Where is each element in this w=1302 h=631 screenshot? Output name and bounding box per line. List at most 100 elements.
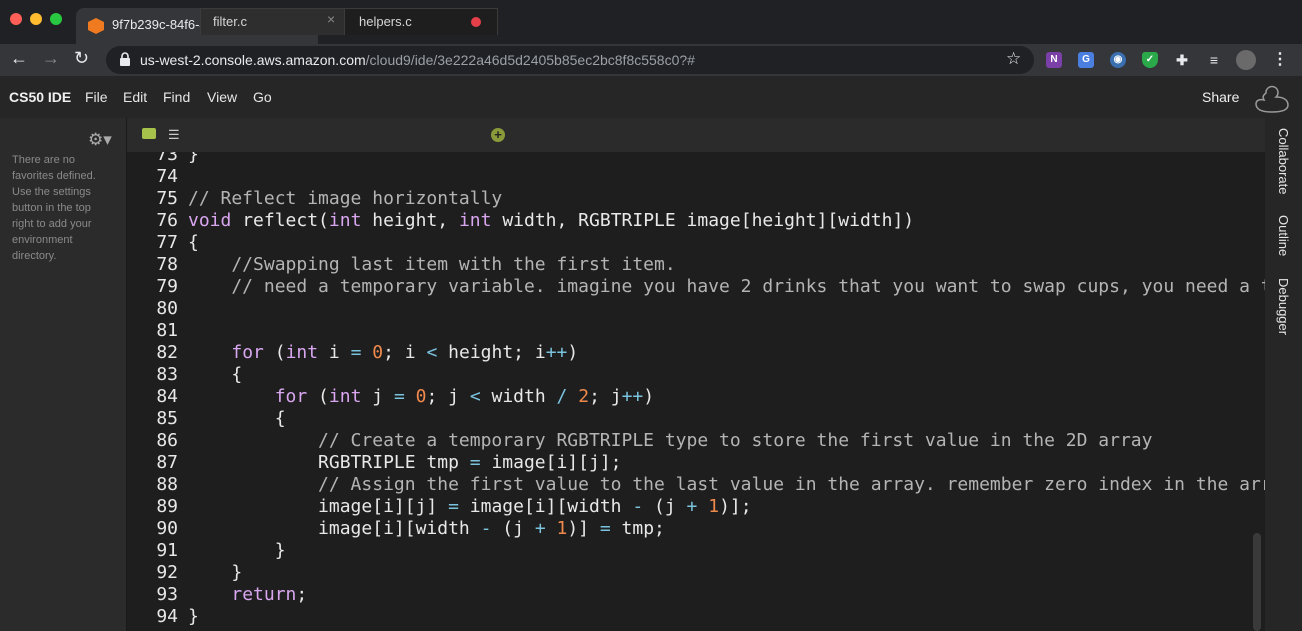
line-number: 80 [156,298,178,319]
browser-menu-icon[interactable]: ⋮ [1272,52,1288,68]
editor-tab-bar [127,118,1265,152]
code-token: width, RGBTRIPLE image[height][width]) [491,210,915,231]
line-number: 84 [156,386,178,407]
tab-label: helpers.c [359,14,412,29]
menu-go[interactable]: Go [253,89,272,105]
code-line: 87 RGBTRIPLE tmp = image[i][j]; [127,452,1265,474]
code-token: width [480,386,557,407]
code-token: ++ [545,342,568,363]
share-button[interactable]: Share [1202,89,1239,105]
line-number: 86 [156,430,178,451]
gear-icon[interactable]: ⚙▾ [88,130,112,150]
code-token: ; i [383,342,427,363]
outline-tab[interactable]: Outline [1276,215,1291,256]
browser-tab-strip: 9f7b239c-84f6-41e5-ba12-c9 × + [0,0,1302,44]
code-line: 78 //Swapping last item with the first i… [127,254,1265,276]
tab-label: filter.c [213,14,247,29]
debugger-tab[interactable]: Debugger [1276,278,1291,335]
close-icon[interactable]: × [327,11,335,27]
bookmark-star-icon[interactable]: ☆ [1006,49,1021,69]
code-token: { [188,408,286,429]
url-path: /cloud9/ide/3e222a46d5d2405b85ec2bc8f8c5… [365,52,695,68]
minimize-window-button[interactable] [30,13,42,25]
code-line: 80 [127,298,1265,320]
code-token: // Assign the first value to the last va… [188,474,1265,495]
code-line: 86 // Create a temporary RGBTRIPLE type … [127,430,1265,452]
code-token: ) [643,386,655,407]
code-lines: 73} 74 75// Reflect image horizontally 76 v… [127,152,1265,628]
code-line: 77 { [127,232,1265,254]
rubber-duck-icon[interactable] [1254,83,1290,113]
code-token: int [328,386,362,407]
code-token: j [361,386,394,407]
editor-scrollbar[interactable] [1253,533,1261,631]
menu-find[interactable]: Find [163,89,190,105]
favorites-empty-message: There are no favorites defined. Use the … [12,154,96,262]
owl-extension-icon[interactable]: ◉ [1110,52,1126,68]
menu-view[interactable]: View [207,89,237,105]
ide-title: CS50 IDE [9,89,72,105]
line-number: 91 [156,540,178,561]
code-token: - [632,496,644,517]
code-token: image[i][width [188,518,481,539]
media-control-icon[interactable]: ≡ [1206,52,1222,68]
code-token: } [188,540,286,561]
code-line: 83 { [127,364,1265,386]
tab-filter-c[interactable]: filter.c × [200,8,358,35]
shield-extension-icon[interactable]: ✓ [1142,52,1158,68]
code-token: i [318,342,351,363]
code-line: 93 return; [127,584,1265,606]
folder-icon[interactable] [142,128,156,139]
close-window-button[interactable] [10,13,22,25]
code-token: // Create a temporary RGBTRIPLE type to … [188,430,1153,451]
address-bar[interactable]: us-west-2.console.aws.amazon.com/cloud9/… [106,46,1034,74]
code-token: int [285,342,319,363]
code-token: int [458,210,492,231]
file-list-icon[interactable]: ☰ [168,127,180,143]
code-token: { [188,364,243,385]
code-token: height, [361,210,459,231]
add-tab-icon[interactable]: + [491,128,505,142]
code-token: < [426,342,438,363]
reload-icon[interactable]: ↻ [74,48,89,69]
profile-avatar[interactable] [1236,50,1256,70]
menu-file[interactable]: File [85,89,108,105]
code-token: / [556,386,568,407]
code-token: RGBTRIPLE tmp [188,452,470,473]
collaborate-tab[interactable]: Collaborate [1276,128,1291,195]
code-token: + [534,518,546,539]
back-icon[interactable]: ← [10,48,28,69]
line-number: 76 [156,210,178,231]
code-token: 0 [372,342,384,363]
code-token: (j [491,518,535,539]
code-line: 76 void reflect(int height, int width, RG… [127,210,1265,232]
maximize-window-button[interactable] [50,13,62,25]
tab-helpers-c[interactable]: helpers.c [344,8,498,35]
menu-edit[interactable]: Edit [123,89,147,105]
translate-extension-icon[interactable]: G [1078,52,1094,68]
line-number: 75 [156,188,178,209]
code-line: 84 for (int j = 0; j < width / 2; j++) [127,386,1265,408]
code-token: ( [307,386,329,407]
unsaved-dot-icon[interactable] [471,17,481,27]
code-line: 73} [127,152,1265,166]
ide-menu-bar: CS50 IDE File Edit Find View Go Share [0,76,1302,118]
code-line: 89 image[i][j] = image[i][width - (j + 1… [127,496,1265,518]
forward-icon[interactable]: → [42,48,60,69]
code-line: 90 image[i][width - (j + 1)] = tmp; [127,518,1265,540]
code-token: = [393,386,405,407]
extensions-puzzle-icon[interactable]: ✚ [1174,52,1190,68]
code-editor[interactable]: 73} 74 75// Reflect image horizontally 76 v… [127,152,1265,631]
code-token: = [350,342,362,363]
code-token: 0 [415,386,427,407]
code-token: = [448,496,459,517]
onenote-extension-icon[interactable]: N [1046,52,1062,68]
code-line: 81 [127,320,1265,342]
browser-toolbar: ← → ↻ us-west-2.console.aws.amazon.com/c… [0,44,1302,76]
code-line: 79 // need a temporary variable. imagine… [127,276,1265,298]
